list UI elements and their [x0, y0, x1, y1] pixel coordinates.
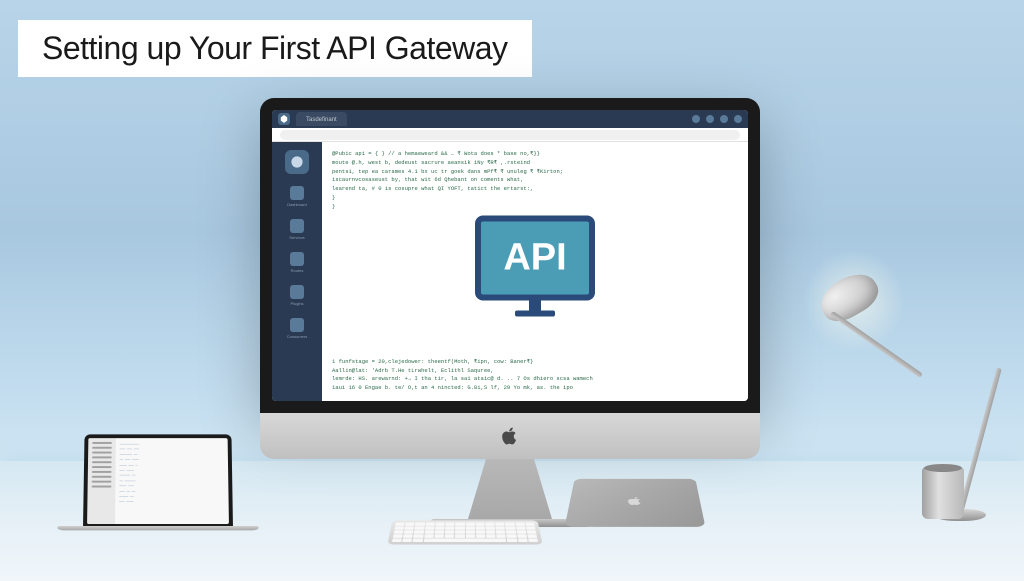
browser-tab[interactable]: Tasdefinant: [296, 112, 347, 126]
api-stand-icon: [529, 301, 541, 311]
notification-icon[interactable]: [692, 115, 700, 123]
sidebar-item-label: Dashboard: [287, 202, 307, 207]
lamp-head: [814, 266, 885, 329]
dashboard-icon: [290, 186, 304, 200]
code-line: }: [332, 194, 738, 203]
imac-screen: Tasdefinant: [260, 98, 760, 413]
apple-logo-icon: [501, 425, 519, 447]
api-label: API: [503, 237, 566, 280]
imac-chin: [260, 413, 760, 459]
code-line: Aallin@lat: 'Adrb T.He tLrwhelt, Eclithl…: [332, 367, 738, 376]
consumers-icon: [290, 318, 304, 332]
code-line: moute @.h, west b, dedeust sacrure aeans…: [332, 159, 738, 168]
laptop-sidebar: [87, 438, 116, 524]
lamp-arm-upper: [830, 311, 923, 378]
services-icon: [290, 219, 304, 233]
header-icon-group: [692, 115, 742, 123]
sidebar-item-routes[interactable]: Routes: [277, 252, 317, 273]
sidebar-item-label: Plugins: [290, 301, 303, 306]
code-line: lemrde: HS. arewarnd: +→ I tha tir, la s…: [332, 375, 738, 384]
editor-content-area: @Pubic api = { } // a hemaeweard && … ₹ …: [322, 142, 748, 401]
api-screen-icon: API: [475, 216, 595, 301]
sidebar-item-label: Routes: [291, 268, 304, 273]
user-icon[interactable]: [734, 115, 742, 123]
browser-address-bar: [272, 128, 748, 142]
page-title: Setting up Your First API Gateway: [42, 30, 508, 66]
api-monitor-icon: API: [475, 216, 595, 317]
laptop: —————————————— ——— —————————— —— —— ——— …: [58, 432, 258, 536]
app-logo-icon: [278, 113, 290, 125]
page-title-banner: Setting up Your First API Gateway: [18, 20, 532, 77]
sidebar-item-label: Consumers: [287, 334, 307, 339]
code-line: iscaurnvcosaseust by, that wit 6d Qheban…: [332, 176, 738, 185]
routes-icon: [290, 252, 304, 266]
sidebar-item-services[interactable]: Services: [277, 219, 317, 240]
browser-window: Tasdefinant: [272, 110, 748, 401]
code-block-top: @Pubic api = { } // a hemaeweard && … ₹ …: [332, 150, 738, 212]
laptop-code-content: —————————————— ——— —————————— —— —— ——— …: [115, 438, 229, 524]
sidebar-logo-icon[interactable]: [285, 150, 309, 174]
code-line: @Pubic api = { } // a hemaeweard && … ₹ …: [332, 150, 738, 159]
sidebar-item-plugins[interactable]: Plugins: [277, 285, 317, 306]
code-block-bottom: 1 funfstage = 20,clejedower: theentf(Mot…: [332, 358, 738, 393]
sidebar-item-dashboard[interactable]: Dashboard: [277, 186, 317, 207]
code-line: 1aui 16 0 Engae b. te/ O,t an 4 nincted:…: [332, 384, 738, 393]
plugins-icon: [290, 285, 304, 299]
imac-stand: [450, 459, 570, 519]
sidebar-item-consumers[interactable]: Consumers: [277, 318, 317, 339]
apple-logo-icon: [627, 496, 643, 506]
settings-icon[interactable]: [720, 115, 728, 123]
browser-body: Dashboard Services Routes Plugins: [272, 142, 748, 401]
imac-monitor: Tasdefinant: [260, 98, 760, 527]
code-line: learend ta, # 0 is cosupre what QI YOFT,…: [332, 185, 738, 194]
app-sidebar: Dashboard Services Routes Plugins: [272, 142, 322, 401]
browser-tab-bar: Tasdefinant: [272, 110, 748, 128]
help-icon[interactable]: [706, 115, 714, 123]
tab-label: Tasdefinant: [306, 117, 337, 123]
laptop-base: [56, 526, 261, 530]
sidebar-item-label: Services: [289, 235, 304, 240]
laptop-display: —————————————— ——— —————————— —— —— ——— …: [87, 438, 229, 524]
tablet-device: [565, 479, 706, 527]
laptop-screen: —————————————— ——— —————————— —— —— ——— …: [83, 434, 233, 528]
code-line: }: [332, 203, 738, 212]
api-foot-icon: [515, 311, 555, 317]
keyboard: [387, 520, 542, 544]
code-line: 1 funfstage = 20,clejedower: theentf(Mot…: [332, 358, 738, 367]
code-line: pentsi, tep ea carames 4.1 bx uc tr goek…: [332, 168, 738, 177]
address-input[interactable]: [280, 130, 740, 140]
metal-cup: [922, 467, 964, 519]
